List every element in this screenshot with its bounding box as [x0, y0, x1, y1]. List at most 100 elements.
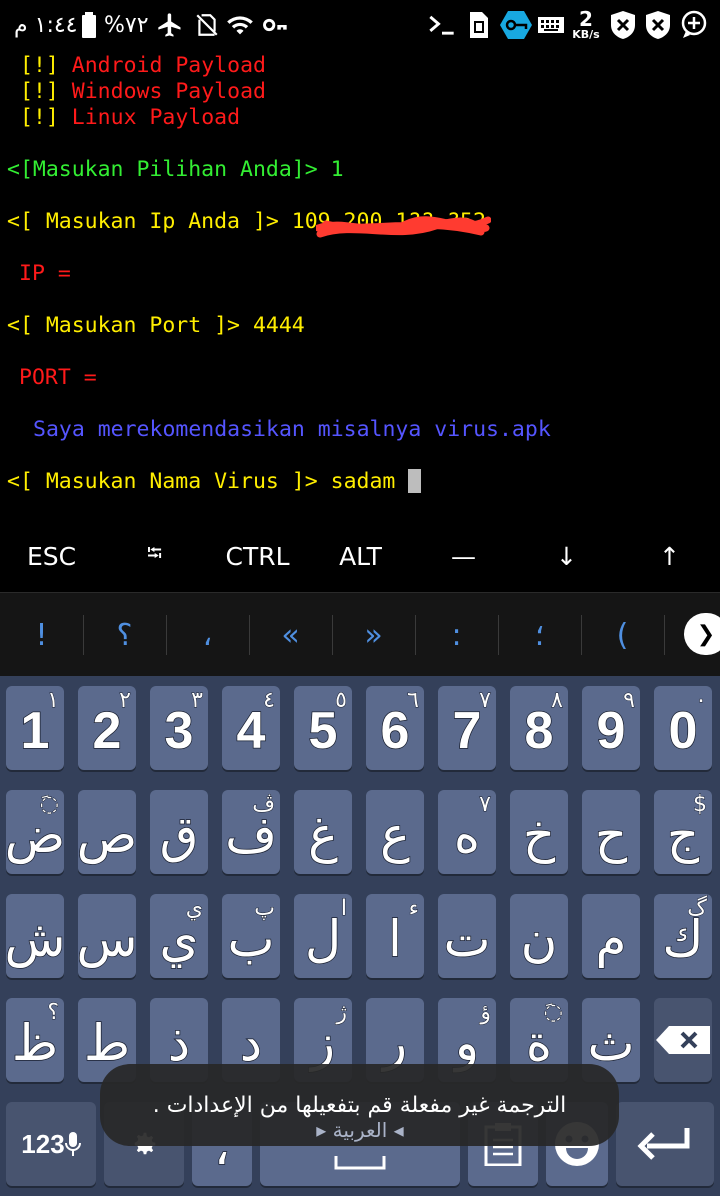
- airplane-icon: [156, 0, 184, 50]
- key-5[interactable]: 5٥: [294, 686, 352, 770]
- suggestion-item[interactable]: ؛: [498, 593, 581, 677]
- prompt-choice: <[Masukan Pilihan Anda]>: [7, 157, 318, 182]
- key-jim[interactable]: ج $: [654, 790, 712, 874]
- key-4[interactable]: 4٤: [222, 686, 280, 770]
- alt-key[interactable]: ALT: [309, 520, 412, 592]
- suggestion-item[interactable]: :: [415, 593, 498, 677]
- key-shin[interactable]: ش: [4, 894, 66, 978]
- extra-keys-row: ESC ⭾ CTRL ALT — ↓ ↑: [0, 520, 720, 592]
- key-fa[interactable]: فڤ: [222, 790, 280, 874]
- menu-line: [!] Android Payload: [20, 53, 266, 79]
- ip-echo: IP =: [19, 261, 71, 286]
- prompt-choice-line: <[Masukan Pilihan Anda]> 1: [7, 157, 344, 183]
- key-mim[interactable]: م: [582, 894, 640, 978]
- key-ya[interactable]: يي: [150, 894, 208, 978]
- suggestion-item[interactable]: !: [0, 593, 83, 677]
- numbers-key-label: 123: [21, 1128, 65, 1159]
- enter-icon: [637, 1128, 690, 1160]
- port-echo: PORT =: [19, 365, 97, 390]
- ctrl-key[interactable]: CTRL: [206, 520, 309, 592]
- key-dad[interactable]: ض ◌َ: [4, 790, 66, 874]
- backspace-key[interactable]: [654, 998, 712, 1082]
- key-0[interactable]: 0٠: [654, 686, 712, 770]
- blocked-icon: [646, 0, 670, 50]
- suggestion-item[interactable]: ،: [166, 593, 249, 677]
- toast-text: الترجمة غير مفعلة قم بتفعيلها من الإعداد…: [152, 1092, 567, 1118]
- down-arrow-key[interactable]: ↓: [515, 520, 618, 592]
- language-label: ◂ العربية ▸: [316, 1118, 404, 1142]
- key-ta[interactable]: ت: [438, 894, 496, 978]
- menu-line: [!] Linux Payload: [20, 105, 240, 131]
- redaction-scribble: [316, 216, 491, 238]
- net-speed: 2 KB/s: [570, 0, 602, 50]
- suggestion-item[interactable]: »: [332, 593, 415, 677]
- battery-percent: %٧٢: [104, 12, 149, 38]
- blocked-icon: [611, 0, 635, 50]
- prompt-virus-line: <[ Masukan Nama Virus ]> sadam: [7, 469, 422, 495]
- keyboard-icon: [538, 0, 564, 50]
- key-7[interactable]: 7٧: [438, 686, 496, 770]
- numbers-key[interactable]: 123: [6, 1102, 96, 1186]
- key-alif[interactable]: اء: [366, 894, 424, 978]
- recommendation-text: Saya merekomendasikan misalnya virus.apk: [33, 417, 551, 442]
- terminal-output[interactable]: [!] Android Payload [!] Windows Payload …: [0, 50, 720, 520]
- tab-key[interactable]: ⭾: [103, 520, 206, 592]
- key-2[interactable]: 2٢: [78, 686, 136, 770]
- suggestion-item[interactable]: (: [581, 593, 664, 677]
- suggestion-item[interactable]: «: [249, 593, 332, 677]
- suggestion-item[interactable]: ؟: [83, 593, 166, 677]
- up-arrow-key[interactable]: ↑: [618, 520, 720, 592]
- battery-icon: [82, 0, 96, 50]
- suggestion-strip: ! ؟ ، « » : ؛ (: [0, 592, 720, 676]
- wifi-icon: [224, 0, 256, 50]
- virus-value: sadam: [330, 469, 396, 494]
- key-qaf[interactable]: ق: [150, 790, 208, 874]
- net-speed-unit: KB/s: [572, 28, 600, 41]
- key-nun[interactable]: ن: [510, 894, 568, 978]
- menu-line: [!] Windows Payload: [20, 79, 266, 105]
- key-8[interactable]: 8٨: [510, 686, 568, 770]
- key-sad[interactable]: ص: [76, 790, 138, 874]
- key-hha[interactable]: ح: [582, 790, 640, 874]
- vpn-key-icon: [500, 0, 532, 50]
- choice-value: 1: [330, 157, 344, 182]
- status-bar: ١:٤٤ م %٧٢ 2 KB/s: [0, 0, 720, 50]
- menu-bracket: [!]: [20, 105, 59, 130]
- menu-bracket: [!]: [20, 79, 59, 104]
- menu-bracket: [!]: [20, 53, 59, 78]
- net-speed-value: 2: [579, 7, 593, 31]
- prompt-port-line: <[ Masukan Port ]> 4444: [7, 313, 305, 339]
- prompt-virus: <[ Masukan Nama Virus ]>: [7, 469, 318, 494]
- enter-key[interactable]: [616, 1102, 714, 1186]
- esc-key[interactable]: ESC: [0, 520, 103, 592]
- key-9[interactable]: 9٩: [582, 686, 640, 770]
- key-1[interactable]: 1١: [6, 686, 64, 770]
- key-za[interactable]: ظ ؟: [6, 998, 64, 1082]
- clock: ١:٤٤ م: [14, 12, 78, 38]
- no-sim-icon: [194, 0, 220, 50]
- divider: [664, 615, 665, 655]
- space-icon: [334, 1156, 386, 1170]
- key-ba[interactable]: بپ: [222, 894, 280, 978]
- key-sin[interactable]: س: [76, 894, 138, 978]
- key-ain[interactable]: ع: [366, 790, 424, 874]
- language-name: العربية: [332, 1118, 388, 1142]
- key-lam[interactable]: لا: [294, 894, 352, 978]
- backspace-icon: [656, 1026, 710, 1054]
- key-kaf[interactable]: كگ: [654, 894, 712, 978]
- key-ghain[interactable]: غ: [294, 790, 352, 874]
- key-ha[interactable]: ه٧: [438, 790, 496, 874]
- key-kha[interactable]: خ: [510, 790, 568, 874]
- dash-key[interactable]: —: [412, 520, 515, 592]
- expand-suggestions-button[interactable]: ❯: [684, 613, 720, 655]
- microphone-icon: [64, 1132, 81, 1156]
- sim-card-icon: [470, 0, 488, 50]
- menu-option-windows: Windows Payload: [71, 79, 266, 104]
- prompt-port: <[ Masukan Port ]>: [7, 313, 240, 338]
- key-6[interactable]: 6٦: [366, 686, 424, 770]
- port-value: 4444: [252, 313, 305, 338]
- key-3[interactable]: 3٣: [150, 686, 208, 770]
- menu-option-android: Android Payload: [71, 53, 266, 78]
- menu-option-linux: Linux Payload: [71, 105, 241, 130]
- terminal-icon: [428, 0, 456, 50]
